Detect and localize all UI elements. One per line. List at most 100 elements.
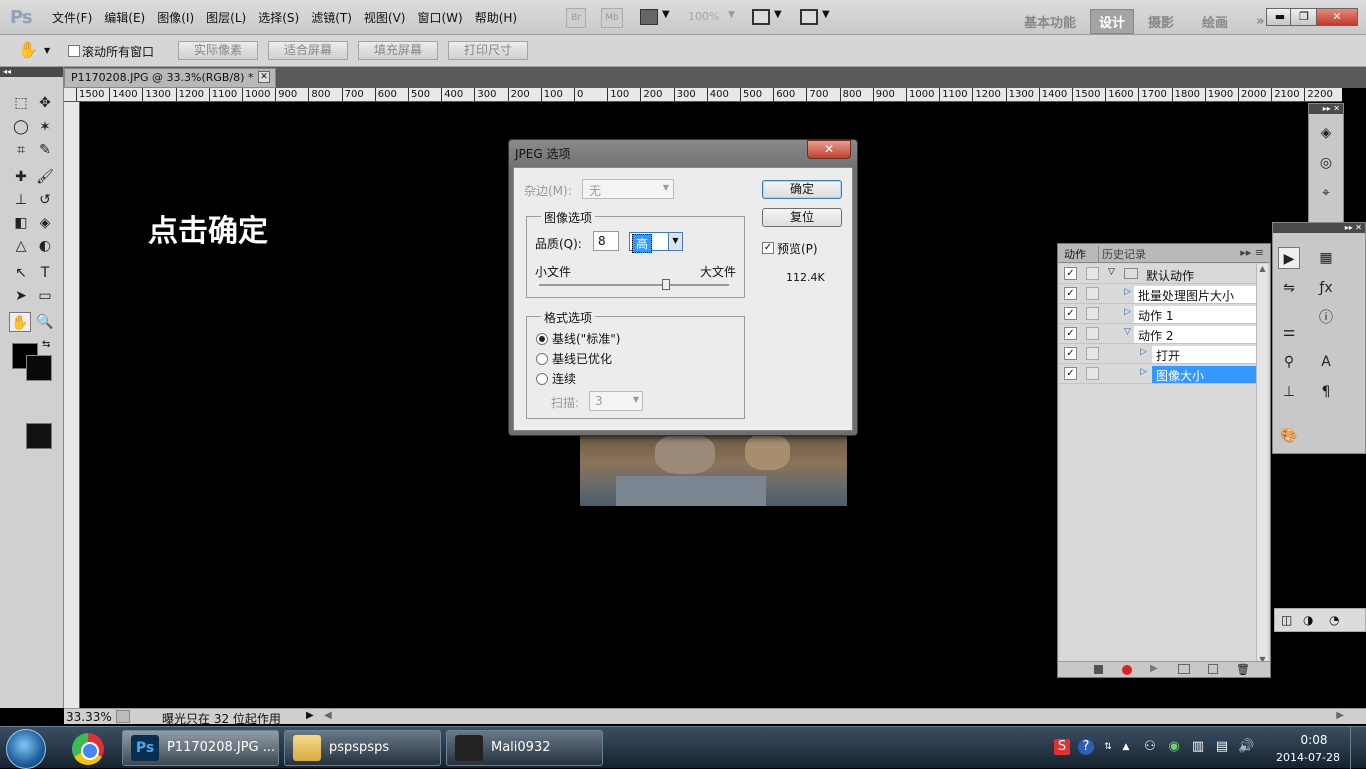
brushes-icon[interactable]: ⚌ xyxy=(1278,321,1300,343)
dialog-toggle[interactable] xyxy=(1086,287,1099,300)
view-extras-icon[interactable] xyxy=(640,9,658,25)
direct-selection-icon[interactable]: ➤ xyxy=(10,286,32,306)
network-icon[interactable]: ▥ xyxy=(1190,739,1206,755)
status-info-icon[interactable] xyxy=(116,710,130,723)
toggle-check-icon[interactable]: ✓ xyxy=(1064,267,1077,280)
menu-help[interactable]: 帮助(H) xyxy=(469,9,523,26)
quality-slider-track[interactable] xyxy=(539,284,729,286)
bridge-button[interactable]: Br xyxy=(566,8,586,28)
workspace-painting[interactable]: 绘画 xyxy=(1188,12,1242,31)
dialog-toggle[interactable] xyxy=(1086,367,1099,380)
format-progressive-radio[interactable] xyxy=(536,373,548,385)
chrome-icon[interactable] xyxy=(72,733,104,765)
color-palette-icon[interactable]: 🎨 xyxy=(1278,425,1300,447)
tool-presets-icon[interactable]: ⊥ xyxy=(1278,381,1300,403)
panel-menu-icon[interactable]: ▸▸ ≡ xyxy=(1240,246,1264,259)
clock-time[interactable]: 0:08 xyxy=(1284,733,1344,747)
tab-history[interactable]: 历史记录 xyxy=(1098,246,1146,262)
expand-arrow-icon[interactable]: ▷ xyxy=(1124,287,1131,297)
fit-screen-button[interactable]: 适合屏幕 xyxy=(268,41,348,60)
trash-icon[interactable]: 🗑 xyxy=(1236,663,1250,676)
ok-button[interactable]: 确定 xyxy=(762,180,842,199)
menu-edit[interactable]: 编辑(E) xyxy=(98,9,151,26)
list-item[interactable]: ✓ ▷ 图像大小 xyxy=(1060,364,1256,384)
screen-mode-icon[interactable] xyxy=(800,9,818,25)
format-optimized-radio[interactable] xyxy=(536,353,548,365)
channels-icon[interactable]: ◎ xyxy=(1315,152,1337,174)
scroll-right-icon[interactable]: ▶ xyxy=(1336,710,1344,721)
toggle-check-icon[interactable]: ✓ xyxy=(1064,367,1077,380)
actions-icon[interactable]: ▶ xyxy=(1278,247,1300,269)
status-menu-arrow-icon[interactable]: ▶ xyxy=(306,710,314,721)
new-action-icon[interactable] xyxy=(1208,664,1218,674)
marquee-tool-icon[interactable]: ⬚ xyxy=(10,93,32,113)
list-item[interactable]: ✓ ▷ 打开 xyxy=(1060,344,1256,364)
swatches-icon[interactable]: ▦ xyxy=(1315,247,1337,269)
scroll-all-windows-checkbox[interactable] xyxy=(68,45,80,57)
crop-tool-icon[interactable]: ⌗ xyxy=(10,140,32,160)
tray-app-icon[interactable]: ⚇ xyxy=(1142,739,1158,755)
history-brush-icon[interactable]: ↺ xyxy=(34,190,56,210)
expand-arrow-icon[interactable]: ▷ xyxy=(1140,347,1147,357)
clock-date[interactable]: 2014-07-28 xyxy=(1272,751,1344,764)
paths-icon[interactable]: ⌖ xyxy=(1315,182,1337,204)
menu-view[interactable]: 视图(V) xyxy=(358,9,412,26)
actions-scrollbar[interactable]: ▲ ▼ xyxy=(1256,264,1268,664)
history-icon[interactable]: ⇋ xyxy=(1278,277,1300,299)
list-item[interactable]: ✓ ▷ 批量处理图片大小 xyxy=(1060,284,1256,304)
dodge-tool-icon[interactable]: ◐ xyxy=(34,236,56,256)
matte-select[interactable]: 无 ▼ xyxy=(582,179,674,199)
hand-tool-icon[interactable]: ✋ xyxy=(18,40,38,59)
record-icon[interactable] xyxy=(1122,665,1132,675)
menu-file[interactable]: 文件(F) xyxy=(46,9,98,26)
device-icon[interactable]: ▤ xyxy=(1214,739,1230,755)
tray-arrows-icon[interactable]: ⇅ xyxy=(1100,739,1116,755)
taskbar-folder[interactable]: pspspsps xyxy=(284,730,441,766)
input-method-icon[interactable]: S xyxy=(1054,739,1070,755)
paint-bucket-icon[interactable]: ◈ xyxy=(34,213,56,233)
show-hidden-icon[interactable]: ▲ xyxy=(1118,739,1134,755)
healing-brush-icon[interactable]: ✚ xyxy=(10,167,32,187)
list-item[interactable]: ✓ ▽ 默认动作 xyxy=(1060,264,1256,284)
menu-filter[interactable]: 滤镜(T) xyxy=(305,9,358,26)
list-item[interactable]: ✓ ▽ 动作 2 xyxy=(1060,324,1256,344)
swap-colors-icon[interactable]: ⇆ xyxy=(42,339,50,350)
zoom-tool-icon[interactable]: 🔍 xyxy=(34,312,56,332)
scroll-left-icon[interactable]: ◀ xyxy=(324,710,332,721)
close-tab-icon[interactable]: ✕ xyxy=(258,71,270,83)
dialog-toggle[interactable] xyxy=(1086,267,1099,280)
security-icon[interactable]: ◉ xyxy=(1166,739,1182,755)
menu-window[interactable]: 窗口(W) xyxy=(411,9,468,26)
close-button[interactable]: ✕ xyxy=(1316,8,1358,26)
status-zoom[interactable]: 33.33% xyxy=(66,710,112,724)
quality-preset-select[interactable]: 高 ▼ xyxy=(629,232,683,253)
menu-select[interactable]: 选择(S) xyxy=(252,9,305,26)
arrange-documents-icon[interactable] xyxy=(752,9,770,25)
magic-wand-icon[interactable]: ✶ xyxy=(34,117,56,137)
mask-icon[interactable]: ◑ xyxy=(1303,613,1313,627)
info-icon[interactable]: ⓘ xyxy=(1315,307,1337,329)
format-baseline-radio[interactable] xyxy=(536,333,548,345)
dialog-toggle[interactable] xyxy=(1086,307,1099,320)
stop-icon[interactable] xyxy=(1094,665,1103,674)
list-item[interactable]: ✓ ▷ 动作 1 xyxy=(1060,304,1256,324)
eraser-icon[interactable]: ◧ xyxy=(10,213,32,233)
toggle-check-icon[interactable]: ✓ xyxy=(1064,327,1077,340)
workspace-design[interactable]: 设计 xyxy=(1090,9,1135,34)
taskbar-photoshop[interactable]: Ps P1170208.JPG ... xyxy=(122,730,279,766)
toggle-check-icon[interactable]: ✓ xyxy=(1064,307,1077,320)
toggle-check-icon[interactable]: ✓ xyxy=(1064,347,1077,360)
workspace-photography[interactable]: 摄影 xyxy=(1134,12,1188,31)
fill-screen-button[interactable]: 填充屏幕 xyxy=(358,41,438,60)
layers-icon[interactable]: ◈ xyxy=(1315,122,1337,144)
chevron-down-icon[interactable]: ▼ xyxy=(44,46,50,55)
print-size-button[interactable]: 打印尺寸 xyxy=(448,41,528,60)
paragraph-icon[interactable]: ¶ xyxy=(1315,381,1337,403)
chevron-down-icon[interactable]: ▼ xyxy=(822,9,830,20)
quality-slider-thumb[interactable] xyxy=(662,279,671,290)
path-selection-icon[interactable]: ↖ xyxy=(10,263,32,283)
preview-checkbox[interactable]: ✓ xyxy=(762,242,774,254)
hand-tool-icon[interactable]: ✋ xyxy=(9,312,31,332)
workspace-essentials[interactable]: 基本功能 xyxy=(1010,12,1090,31)
expand-arrow-icon[interactable]: ▷ xyxy=(1140,367,1147,377)
